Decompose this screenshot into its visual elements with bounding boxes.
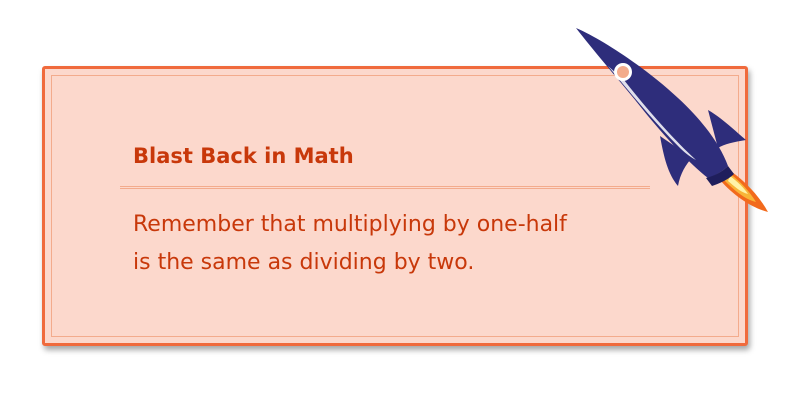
rocket-body [576, 28, 728, 178]
card-title: Blast Back in Math [133, 144, 354, 168]
rocket-window [614, 63, 632, 81]
rocket-icon [576, 28, 768, 212]
body-line-2: is the same as dividing by two. [133, 250, 475, 275]
